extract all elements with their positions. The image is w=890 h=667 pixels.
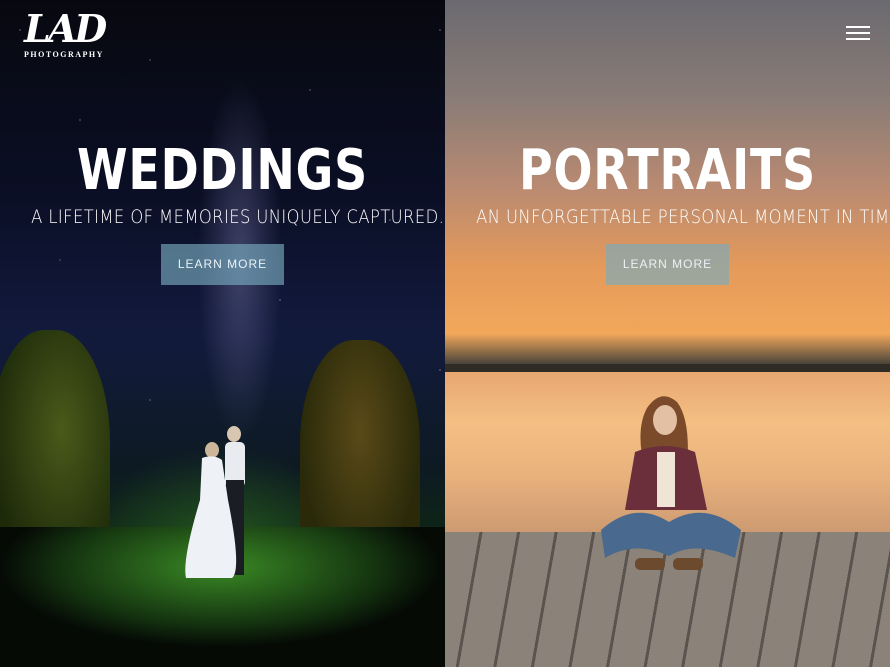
hamburger-menu-icon[interactable] [846, 26, 870, 42]
weddings-learn-more-button[interactable]: LEARN MORE [161, 244, 284, 285]
weddings-content: WEDDINGS A LIFETIME OF MEMORIES UNIQUELY… [0, 140, 445, 285]
logo-subtitle: PHOTOGRAPHY [24, 50, 104, 59]
menu-bar [846, 26, 870, 28]
weddings-headline: WEDDINGS [76, 138, 369, 203]
weddings-panel[interactable] [0, 0, 445, 667]
portraits-learn-more-button[interactable]: LEARN MORE [606, 244, 729, 285]
logo-mark: LAD [24, 6, 107, 51]
weddings-tagline: A LIFETIME OF MEMORIES UNIQUELY CAPTURED… [31, 206, 445, 228]
menu-bar [846, 32, 870, 34]
portraits-headline: PORTRAITS [518, 138, 817, 203]
site-logo[interactable]: LAD PHOTOGRAPHY [16, 8, 108, 64]
portraits-content: PORTRAITS AN UNFORGETTABLE PERSONAL MOME… [445, 140, 890, 285]
menu-bar [846, 38, 870, 40]
portraits-tagline: AN UNFORGETTABLE PERSONAL MOMENT IN TIME… [476, 206, 890, 228]
wedding-couple-image [185, 426, 245, 578]
portrait-subject-image [601, 396, 741, 570]
